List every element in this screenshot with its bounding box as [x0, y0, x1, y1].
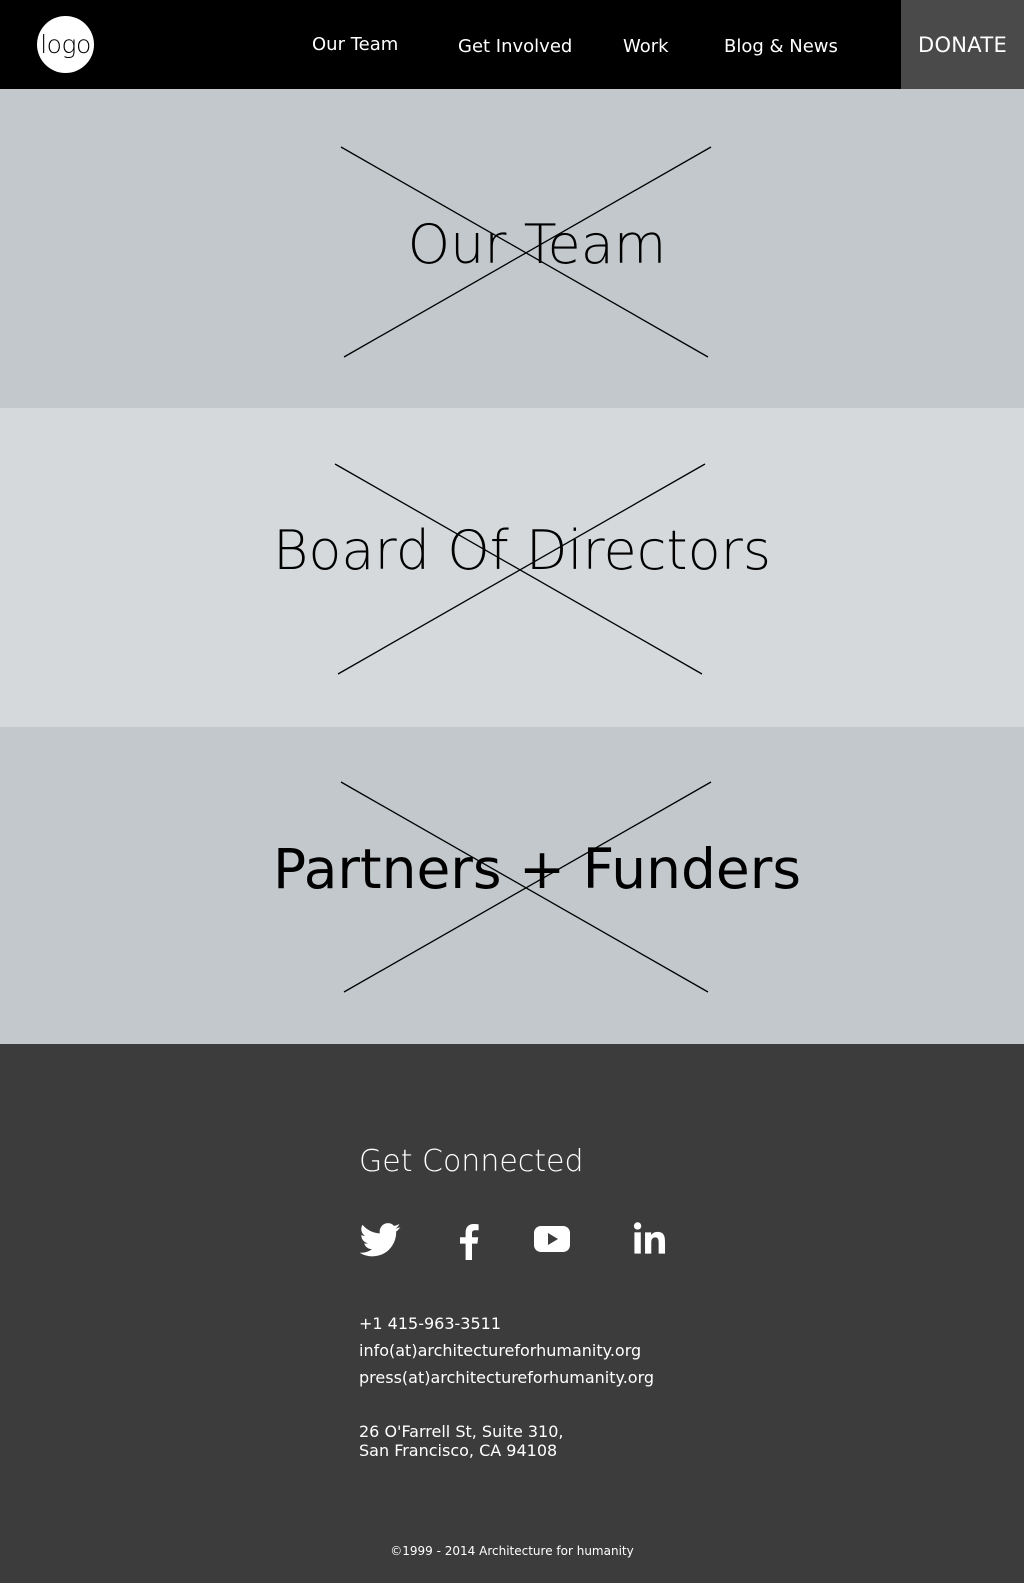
youtube-icon[interactable] [533, 1224, 571, 1254]
address-line-2: San Francisco, CA 94108 [359, 1441, 558, 1460]
donate-button[interactable]: DONATE [901, 0, 1024, 89]
copyright: ©1999 - 2014 Architecture for humanity [390, 1544, 634, 1558]
section-partners-funders[interactable]: Partners + Funders [0, 727, 1024, 1044]
section-title: Our Team [407, 213, 667, 276]
contact-phone[interactable]: +1 415-963-3511 [359, 1314, 501, 1333]
twitter-icon[interactable] [358, 1222, 402, 1258]
nav-our-team[interactable]: Our Team [312, 34, 398, 55]
nav-work[interactable]: Work [623, 36, 669, 57]
logo[interactable]: logo [37, 16, 94, 73]
linkedin-icon[interactable] [632, 1220, 668, 1256]
section-title: Board Of Directors [273, 519, 771, 582]
contact-email-info[interactable]: info(at)architectureforhumanity.org [359, 1341, 641, 1360]
nav-get-involved[interactable]: Get Involved [458, 36, 572, 57]
site-footer: Get Connected +1 415-963-3511 info(at)ar… [0, 1044, 1024, 1583]
section-our-team[interactable]: Our Team [0, 89, 1024, 408]
footer-title: Get Connected [359, 1144, 584, 1179]
section-title: Partners + Funders [273, 837, 801, 901]
site-header: logo Our Team Get Involved Work Blog & N… [0, 0, 1024, 89]
nav-blog-news[interactable]: Blog & News [724, 36, 838, 57]
facebook-icon[interactable] [458, 1222, 480, 1262]
section-board-of-directors[interactable]: Board Of Directors [0, 408, 1024, 727]
address-line-1: 26 O'Farrell St, Suite 310, [359, 1422, 564, 1441]
contact-email-press[interactable]: press(at)architectureforhumanity.org [359, 1368, 654, 1387]
